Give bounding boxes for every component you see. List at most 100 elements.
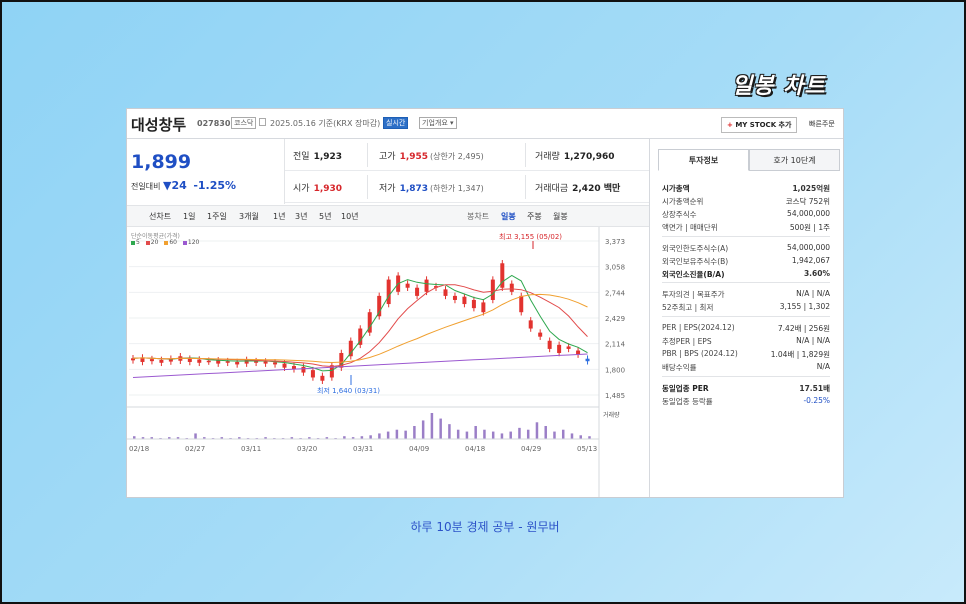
- tab-1y[interactable]: 1년: [273, 211, 285, 222]
- info-row: 동일업종 등락률 -0.25%: [662, 396, 830, 408]
- tab-10y[interactable]: 10년: [341, 211, 359, 222]
- candle: [471, 299, 476, 309]
- x-tick-label: 04/29: [521, 445, 541, 453]
- quick-order-button[interactable]: 빠른주문: [809, 119, 835, 129]
- info-divider: [662, 282, 830, 283]
- tab-candle-chart[interactable]: 봉차트: [467, 211, 489, 222]
- volume-bar: [553, 431, 556, 439]
- candle: [405, 283, 410, 288]
- high-price: 1,955: [399, 152, 429, 162]
- info-row-value: 500원 | 1주: [789, 223, 830, 232]
- date-label: 2025.05.16 기준(KRX 장마감): [270, 119, 381, 128]
- tab-1d[interactable]: 1일: [183, 211, 195, 222]
- info-row-label: 배당수익률: [662, 363, 697, 372]
- tab-1w[interactable]: 1주일: [207, 211, 227, 222]
- tab-3y[interactable]: 3년: [295, 211, 307, 222]
- volume-bar: [456, 429, 460, 439]
- open-label: 시가: [293, 184, 310, 194]
- change-abs: 24: [171, 179, 187, 192]
- x-tick-label: 04/09: [409, 445, 429, 453]
- info-row-label: PER | EPS(2024.12): [662, 323, 735, 332]
- volume-bar: [474, 426, 477, 439]
- info-row-label: 동일업종 PER: [662, 384, 709, 393]
- stock-panel: 대성창투 027830 코스닥 2025.05.16 기준(KRX 장마감) 실…: [126, 108, 844, 498]
- candle: [197, 359, 202, 363]
- info-row-value: 1,942,067: [791, 256, 830, 265]
- info-row: 추정PER | EPS N/A | N/A: [662, 336, 830, 348]
- stock-code: 027830: [197, 119, 231, 128]
- tab-investment-info[interactable]: 투자정보: [658, 149, 749, 171]
- info-row-value: 54,000,000: [787, 243, 830, 252]
- candle: [225, 361, 230, 363]
- plus-icon: +: [727, 121, 733, 129]
- volume-bar: [413, 426, 416, 439]
- x-tick-label: 03/31: [353, 445, 373, 453]
- info-row-label: 동일업종 등락률: [662, 397, 713, 406]
- volume-bar: [570, 433, 574, 439]
- legend-swatch-20: [145, 240, 150, 245]
- add-mystock-button[interactable]: + MY STOCK 추가: [721, 117, 798, 133]
- volume-bar: [483, 429, 486, 439]
- candle: [187, 358, 192, 362]
- caption: 하루 10분 경제 공부 - 원무버: [410, 520, 560, 534]
- info-row-value: 7.42배 | 256원: [777, 324, 830, 333]
- candle: [547, 340, 552, 349]
- company-overview-button[interactable]: 기업개요 ▾: [419, 117, 457, 129]
- open-price: 1,930: [313, 184, 343, 194]
- candle: [424, 279, 429, 292]
- x-tick-label: 02/27: [185, 445, 205, 453]
- ma-120-line: [132, 353, 588, 378]
- tab-line-chart[interactable]: 선차트: [149, 211, 171, 222]
- lower-limit: (하한가 1,347): [430, 184, 484, 193]
- tab-monthly[interactable]: 월봉: [553, 211, 568, 222]
- candle: [519, 295, 524, 313]
- upper-limit: (상한가 2,495): [430, 152, 484, 161]
- candle: [206, 360, 211, 363]
- info-row: 외국인한도주식수(A) 54,000,000: [662, 243, 830, 255]
- legend-item-20: 20: [150, 239, 159, 246]
- stock-name: 대성창투: [131, 116, 187, 134]
- tab-order-book[interactable]: 호가 10단계: [749, 149, 840, 171]
- price-chart[interactable]: 3,373 3,058 2,744 2,429 2,114 1,800 1,485 최고 3,…: [127, 227, 649, 497]
- tab-5y[interactable]: 5년: [319, 211, 331, 222]
- info-row: PER | EPS(2024.12) 7.42배 | 256원: [662, 323, 830, 335]
- volume-bar: [439, 418, 442, 439]
- quote-grid: 전일 1,923 고가 1,955 (상한가 2,495) 거래량 1,270,960 …: [285, 139, 649, 204]
- high-label: 고가: [379, 152, 396, 162]
- info-row-label: 외국인소진율(B/A): [662, 270, 725, 279]
- info-row: 상장주식수 54,000,000: [662, 209, 830, 221]
- info-row-label: 상장주식수: [662, 210, 697, 219]
- investment-info-panel: 투자정보 호가 10단계 시가총액 1,025억원 시가총액순위 코스닥 752위 상장…: [649, 139, 843, 497]
- candle: [452, 295, 457, 300]
- info-row: 액면가 | 매매단위 500원 | 1주: [662, 222, 830, 234]
- high-annotation: 최고 3,155 (05/02): [499, 232, 562, 241]
- candle: [490, 279, 495, 300]
- candle: [310, 370, 315, 378]
- chart-toolbar: 선차트 1일 1주일 3개월 1년 3년 5년 10년 봉차트 일봉 주봉 월봉: [127, 205, 649, 227]
- tab-weekly[interactable]: 주봉: [527, 211, 542, 222]
- volume-bar: [526, 429, 530, 439]
- legend-item-60: 60: [169, 239, 177, 246]
- change-pct: -1.25%: [193, 179, 237, 192]
- tab-daily[interactable]: 일봉: [501, 211, 516, 222]
- realtime-tag[interactable]: 실시간: [383, 117, 409, 129]
- info-row-label: 시가총액: [662, 184, 690, 193]
- tab-3m[interactable]: 3개월: [239, 211, 259, 222]
- info-row-value: -0.25%: [803, 396, 830, 405]
- info-row-label: 외국인보유주식수(B): [662, 257, 729, 266]
- banner-title: 일봉 차트: [732, 74, 826, 99]
- candle: [149, 359, 154, 362]
- y-tick-label: 2,744: [605, 289, 626, 297]
- legend-swatch-5: [131, 240, 135, 245]
- x-tick-label: 02/18: [129, 445, 149, 453]
- info-row: PBR | BPS (2024.12) 1.04배 | 1,829원: [662, 349, 830, 361]
- candle: [585, 358, 590, 362]
- candle: [481, 302, 486, 313]
- y-tick-label: 2,429: [605, 315, 625, 323]
- x-tick-label: 05/13: [577, 445, 597, 453]
- prev-close: 1,923: [313, 152, 343, 162]
- info-row: 투자의견 | 목표주가 N/A | N/A: [662, 289, 830, 301]
- candle: [301, 366, 306, 373]
- info-divider: [662, 236, 830, 237]
- legend-item-5: 5: [136, 239, 140, 246]
